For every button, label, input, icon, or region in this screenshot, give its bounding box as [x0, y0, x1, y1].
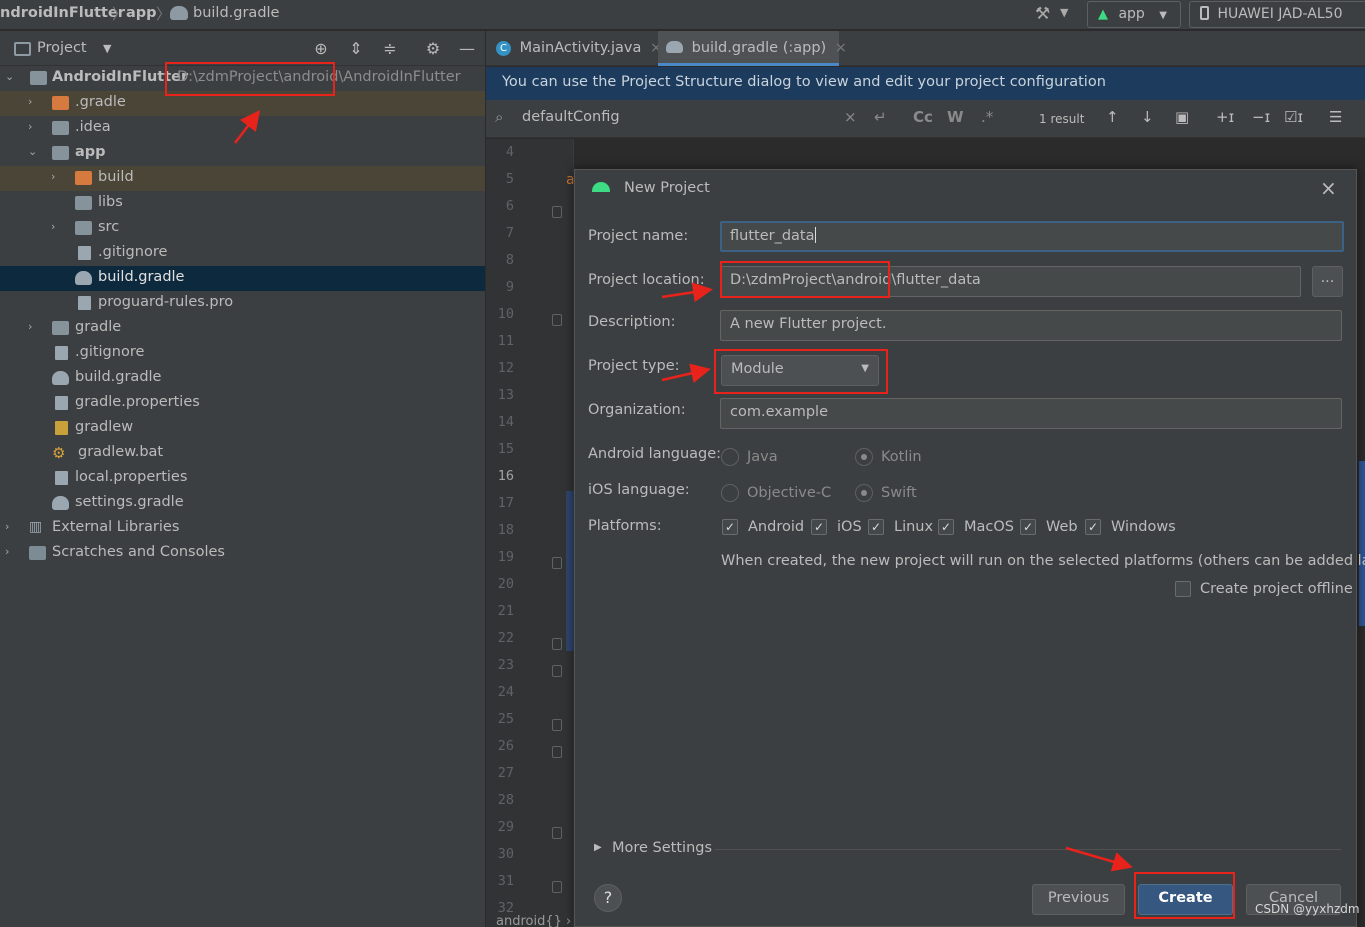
annotation-arrow — [1065, 846, 1133, 872]
annotation-arrow — [661, 363, 711, 384]
watermark: CSDN @yyxhzdm — [1255, 902, 1360, 916]
annotation-arrow — [234, 110, 261, 144]
annotation-arrow — [661, 282, 713, 303]
annotation-arrows — [234, 110, 1133, 872]
